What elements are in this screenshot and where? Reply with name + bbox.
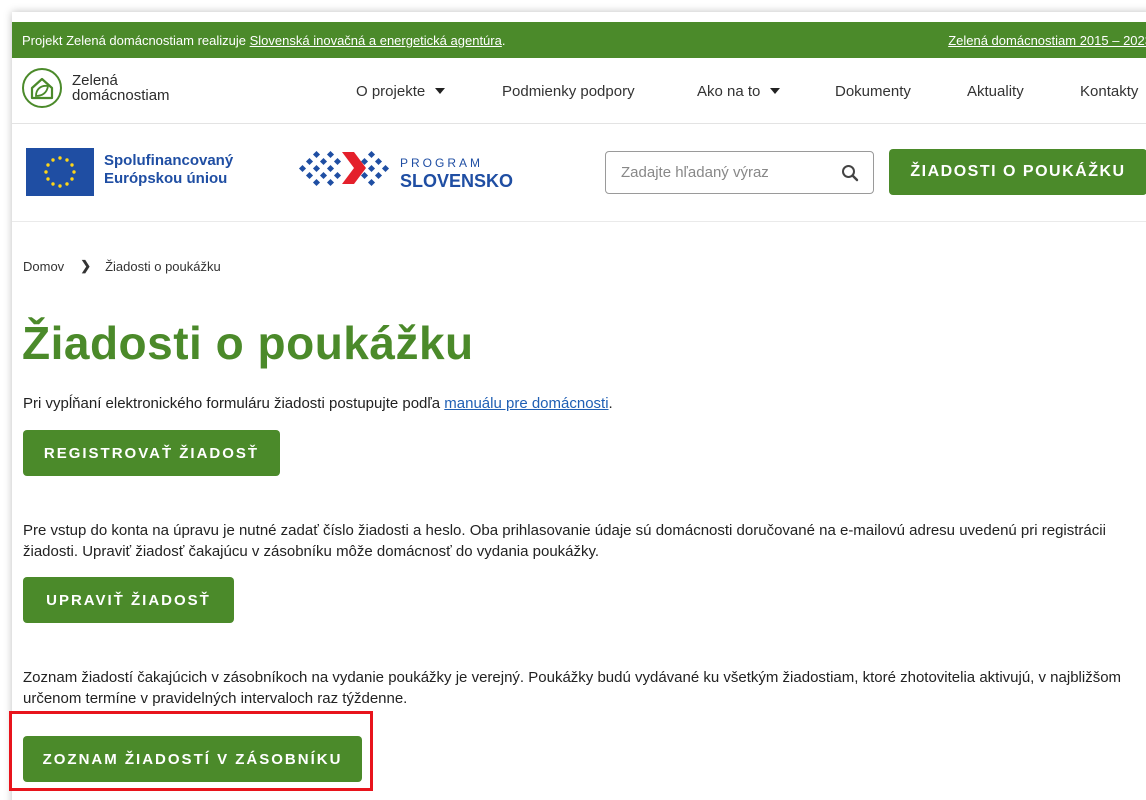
edit-request-button[interactable]: UPRAVIŤ ŽIADOSŤ	[23, 577, 234, 623]
nav-label: Dokumenty	[835, 82, 911, 100]
caret-down-icon	[435, 88, 446, 94]
intro-prefix: Pri vypĺňaní elektronického formuláru ži…	[23, 395, 445, 412]
intro-paragraph: Pri vypĺňaní elektronického formuláru ži…	[23, 393, 1143, 414]
edit-paragraph: Pre vstup do konta na úpravu je nutné za…	[23, 522, 1106, 560]
nav-item-kontakty[interactable]: Kontakty	[1080, 58, 1138, 124]
top-info-bar: Projekt Zelená domácnostiam realizuje Sl…	[12, 22, 1146, 58]
agency-link[interactable]: Slovenská inovačná a energetická agentúr…	[250, 33, 502, 48]
nav-label: Aktuality	[967, 82, 1024, 100]
voucher-requests-button[interactable]: ŽIADOSTI O POUKÁŽKU	[889, 149, 1146, 195]
intro-suffix: .	[608, 395, 613, 412]
chevron-right-icon: ❯	[80, 258, 92, 273]
home-leaf-icon	[22, 68, 62, 108]
caret-down-icon	[770, 88, 781, 94]
breadcrumb-home[interactable]: Domov	[23, 259, 64, 274]
search-icon[interactable]	[841, 164, 859, 187]
nav-label: Podmienky podpory	[502, 82, 635, 100]
nav-label: O projekte	[356, 82, 426, 100]
eu-line2: Európskou úniou	[104, 170, 228, 187]
program-slovensko-label: PROGRAM SLOVENSKO	[400, 154, 513, 190]
nav-item-aktuality[interactable]: Aktuality	[967, 58, 1024, 124]
eu-flag-icon	[26, 148, 94, 196]
logo-line1: Zelená	[72, 72, 118, 89]
browser-page: Projekt Zelená domácnostiam realizuje Sl…	[12, 12, 1146, 800]
history-link[interactable]: Zelená domácnostiam 2015 – 2023	[948, 33, 1146, 48]
register-request-button[interactable]: REGISTROVAŤ ŽIADOSŤ	[23, 430, 280, 476]
program-big: SLOVENSKO	[400, 171, 514, 191]
partner-logos-bar: Spolufinancovaný Európskou úniou PROGRAM…	[12, 124, 1146, 222]
eu-line1: Spolufinancovaný	[104, 152, 234, 169]
breadcrumb-current: Žiadosti o poukážku	[105, 258, 221, 274]
logo-line2: domácnostiam	[72, 87, 170, 104]
nav-item-podmienky-podpory[interactable]: Podmienky podpory	[502, 58, 635, 124]
program-slovensko-icon	[296, 148, 396, 199]
site-logo[interactable]: Zelená domácnostiam	[22, 68, 170, 108]
nav-label: Ako na to	[697, 82, 761, 100]
eu-cofinanced-label: Spolufinancovaný Európskou úniou	[104, 152, 233, 188]
nav-item-o-projekte[interactable]: O projekte	[356, 58, 446, 124]
program-small: PROGRAM	[400, 156, 484, 170]
breadcrumb: Domov ❯ Žiadosti o poukážku	[23, 258, 221, 274]
list-paragraph: Zoznam žiadostí čakajúcich v zásobníkoch…	[23, 669, 1122, 707]
main-navigation: Zelená domácnostiam O projekte Podmienky…	[12, 58, 1146, 124]
logo-text: Zelená domácnostiam	[72, 73, 170, 103]
search-box	[605, 151, 874, 194]
manual-link[interactable]: manuálu pre domácnosti	[444, 395, 608, 412]
page-title: Žiadosti o poukážku	[22, 317, 474, 369]
highlight-box	[9, 711, 373, 791]
topbar-text-suffix: .	[501, 32, 506, 48]
topbar-text-prefix: Projekt Zelená domácnostiam realizuje	[22, 32, 246, 48]
nav-label: Kontakty	[1080, 82, 1139, 100]
nav-item-ako-na-to[interactable]: Ako na to	[697, 58, 781, 124]
nav-item-dokumenty[interactable]: Dokumenty	[835, 58, 911, 124]
search-input[interactable]	[606, 152, 816, 193]
